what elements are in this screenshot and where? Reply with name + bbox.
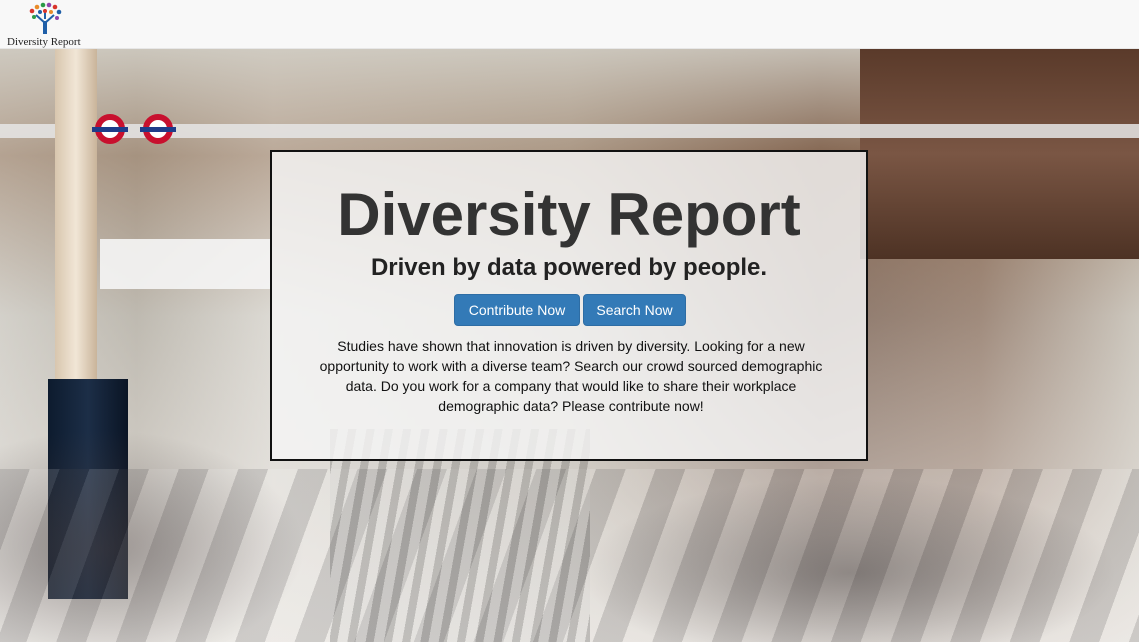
tree-people-icon [29, 2, 62, 34]
hero-description: Studies have shown that innovation is dr… [319, 338, 823, 414]
brand-label: Diversity Report [7, 36, 81, 48]
background-pillar [55, 49, 97, 379]
brand-link[interactable]: Diversity Report [6, 1, 84, 48]
page-subtitle: Driven by data powered by people. [370, 254, 768, 281]
underground-roundel-icon [92, 114, 128, 144]
navbar: Diversity Report [0, 0, 1139, 49]
background-sign [100, 239, 270, 289]
underground-roundel-icon [140, 114, 176, 144]
background-wood-facade [860, 49, 1139, 259]
background-crowd [560, 469, 1139, 642]
contribute-now-button[interactable]: Contribute Now [454, 294, 580, 326]
search-now-button[interactable]: Search Now [583, 294, 686, 326]
page-title: Diversity Report [337, 181, 801, 248]
hero-panel: Diversity Report Driven by data powered … [270, 150, 868, 461]
